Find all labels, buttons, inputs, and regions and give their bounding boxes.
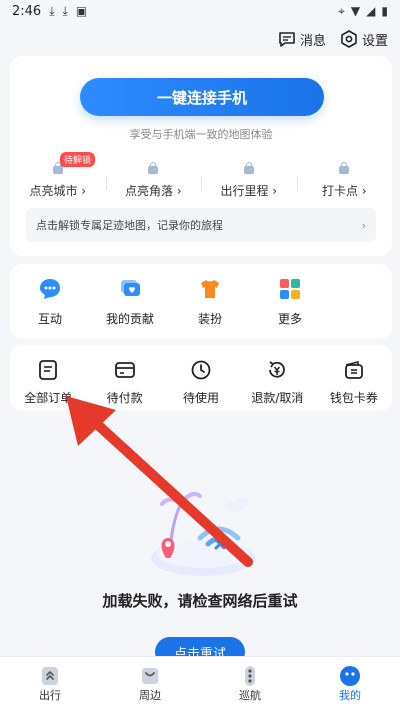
wallet-icon — [344, 360, 363, 379]
smile-icon — [340, 666, 360, 686]
battery-icon: ▮ — [381, 4, 388, 18]
no-network-illustration — [151, 487, 255, 576]
order-label: 待使用 — [183, 391, 220, 405]
quick-item-dressup[interactable]: 装扮 — [170, 264, 250, 339]
unlock-row: 待解锁 点亮城市 › 点亮角落 › 出行里程 › 打卡点 › — [10, 152, 393, 206]
unlock-item-checkins[interactable]: 打卡点 › — [296, 156, 393, 206]
footprint-map-promo[interactable]: 点击解锁专属足迹地图，记录你的旅程 › — [26, 208, 376, 242]
nav-label: 巡航 — [239, 689, 261, 702]
top-actions: 消息 设置 — [278, 28, 388, 50]
order-all[interactable]: 全部订单 — [10, 345, 86, 411]
status-bar: 2:46 ⤓ ⤓ ▣ ⌖ ▼ ◢ ▮ — [0, 0, 400, 22]
route-icon — [42, 667, 58, 685]
orders-card: 全部订单 待付款 待使用 退款/取消 钱包卡券 — [10, 345, 392, 411]
gear-icon — [341, 30, 357, 48]
quick-item-interact[interactable]: 互动 — [10, 264, 90, 339]
order-wallet-coupons[interactable]: 钱包卡券 — [316, 345, 392, 411]
nav-item-mine[interactable]: 我的 — [300, 657, 400, 711]
unlock-item-corners[interactable]: 点亮角落 › — [105, 156, 202, 206]
unlock-item-cities[interactable]: 待解锁 点亮城市 › — [10, 152, 106, 206]
order-pending-payment[interactable]: 待付款 — [86, 345, 162, 411]
nav-label: 周边 — [139, 689, 161, 702]
tshirt-icon — [197, 276, 223, 302]
connect-card: 一键连接手机 享受与手机端一致的地图体验 待解锁 点亮城市 › 点亮角落 › 出… — [10, 56, 392, 256]
message-icon — [279, 32, 295, 47]
nav-label: 出行 — [39, 689, 61, 702]
promo-text: 点击解锁专属足迹地图，记录你的旅程 — [36, 219, 223, 232]
unlock-label: 点亮城市 › — [29, 184, 87, 198]
quick-label: 装扮 — [197, 312, 222, 326]
connect-subtitle: 享受与手机端一致的地图体验 — [129, 128, 273, 141]
nav-item-cruise[interactable]: 巡航 — [200, 657, 300, 711]
order-refund-cancel[interactable]: 退款/取消 — [239, 345, 315, 411]
bottom-nav: 出行 周边 巡航 我的 — [0, 656, 400, 711]
chevron-right-icon: › — [361, 218, 366, 232]
app-notification-icon: ▣ — [75, 4, 88, 18]
lock-icon — [339, 162, 350, 174]
nav-item-nearby[interactable]: 周边 — [100, 657, 200, 711]
quick-item-more[interactable]: 更多 — [250, 264, 330, 339]
lock-icon — [52, 162, 63, 174]
settings-label: 设置 — [361, 33, 388, 49]
card-icon — [114, 362, 135, 378]
wifi-icon: ▼ — [350, 4, 361, 18]
quick-label: 互动 — [37, 312, 62, 326]
download-icon: ⤓ — [62, 3, 68, 18]
unlock-item-mileage[interactable]: 出行里程 › — [201, 156, 297, 206]
load-error-area: 加载失败，请检查网络后重试 点击重试 — [0, 470, 400, 667]
quick-label: 我的贡献 — [105, 312, 154, 326]
chat-icon — [37, 276, 63, 302]
document-icon — [39, 360, 58, 380]
order-label: 钱包卡券 — [329, 391, 378, 405]
nav-item-travel[interactable]: 出行 — [0, 657, 100, 711]
download-icon: ⤓ — [49, 3, 55, 18]
connect-phone-button[interactable]: 一键连接手机 — [80, 78, 324, 116]
lock-icon — [148, 162, 159, 174]
unlock-label: 点亮角落 › — [124, 184, 182, 198]
quick-item-contribution[interactable]: 我的贡献 — [90, 264, 170, 339]
grid-icon — [277, 276, 303, 302]
order-label: 退款/取消 — [251, 391, 304, 405]
settings-button[interactable]: 设置 — [340, 30, 388, 49]
order-to-use[interactable]: 待使用 — [163, 345, 239, 411]
messages-label: 消息 — [299, 33, 326, 49]
status-time: 2:46 — [12, 3, 42, 19]
unlock-label: 出行里程 › — [220, 184, 278, 198]
quick-actions-card: 互动 我的贡献 装扮 更多 — [10, 264, 392, 339]
quick-label: 更多 — [277, 312, 302, 326]
nav-label: 我的 — [339, 689, 361, 702]
pending-unlock-badge: 待解锁 — [60, 152, 96, 167]
load-error-message: 加载失败，请检查网络后重试 — [102, 592, 298, 610]
heart-chat-icon — [117, 276, 143, 302]
order-label: 全部订单 — [24, 391, 73, 405]
messages-button[interactable]: 消息 — [278, 30, 326, 49]
clock-icon — [191, 360, 211, 380]
traffic-light-icon — [245, 666, 255, 686]
location-icon: ⌖ — [338, 3, 345, 18]
signal-icon: ◢ — [366, 4, 376, 18]
unlock-label: 打卡点 › — [321, 184, 367, 198]
order-label: 待付款 — [106, 391, 143, 405]
lock-icon — [243, 162, 254, 174]
refund-icon — [269, 361, 286, 378]
bag-icon — [142, 668, 158, 684]
